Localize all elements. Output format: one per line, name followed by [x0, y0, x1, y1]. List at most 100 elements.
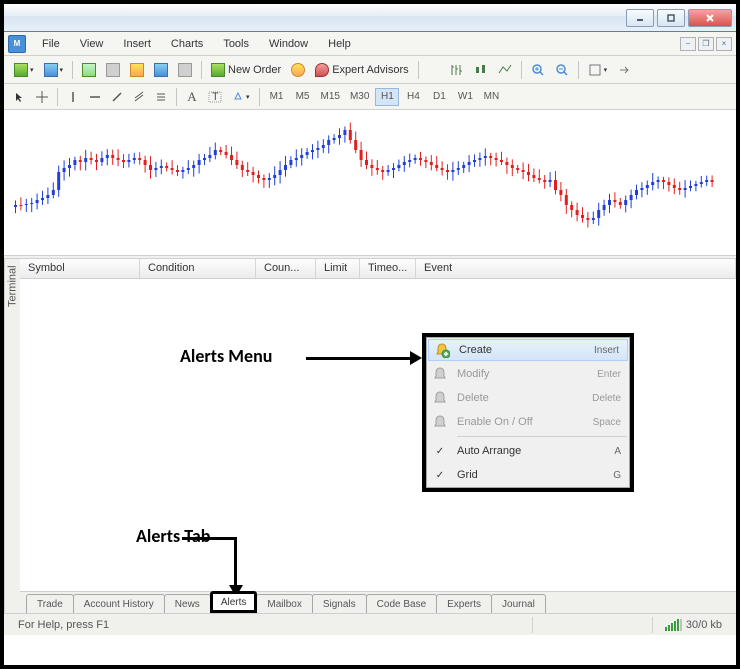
strategy-tester-button[interactable] — [174, 60, 196, 80]
drawing-toolbar: A T M1 M5 M15 M30 H1 H4 D1 W1 MN — [4, 84, 736, 110]
menu-charts[interactable]: Charts — [161, 34, 213, 54]
menu-view[interactable]: View — [70, 34, 114, 54]
cm-auto-arrange[interactable]: Auto Arrange A — [427, 439, 629, 463]
tab-experts[interactable]: Experts — [436, 594, 492, 613]
timeframe-m15[interactable]: M15 — [317, 88, 344, 106]
tab-alerts[interactable]: Alerts — [210, 591, 258, 613]
callout-line — [306, 357, 410, 360]
terminal-tabs: Trade Account History News Alerts Mailbo… — [20, 591, 736, 613]
timeframe-m30[interactable]: M30 — [346, 88, 373, 106]
zoom-in-button[interactable] — [527, 60, 549, 80]
window-titlebar — [4, 4, 736, 32]
statusbar: For Help, press F1 30/0 kb — [4, 613, 736, 635]
data-window-button[interactable] — [102, 60, 124, 80]
new-chart-button[interactable] — [10, 60, 38, 80]
mdi-close-button[interactable]: × — [716, 37, 732, 51]
tab-trade[interactable]: Trade — [26, 594, 74, 613]
callout-alerts-tab: Alerts Tab — [136, 525, 210, 547]
tab-news[interactable]: News — [164, 594, 211, 613]
chart-candles-button[interactable] — [470, 60, 492, 80]
callout-alerts-menu: Alerts Menu — [180, 345, 272, 367]
maximize-button[interactable] — [657, 9, 685, 27]
tab-signals[interactable]: Signals — [312, 594, 367, 613]
market-watch-button[interactable] — [78, 60, 100, 80]
mdi-restore-button[interactable]: ❐ — [698, 37, 714, 51]
timeframe-w1[interactable]: W1 — [453, 88, 477, 106]
check-icon — [431, 442, 449, 460]
mdi-minimize-button[interactable]: – — [680, 37, 696, 51]
cm-create[interactable]: Create Insert — [428, 339, 628, 361]
cm-modify: Modify Enter — [427, 362, 629, 386]
bell-gray-icon — [431, 365, 449, 383]
menu-file[interactable]: File — [32, 34, 70, 54]
status-help: For Help, press F1 — [10, 617, 532, 633]
terminal-button[interactable] — [150, 60, 172, 80]
cm-delete: Delete Delete — [427, 386, 629, 410]
close-button[interactable] — [688, 9, 732, 27]
timeframe-m1[interactable]: M1 — [265, 88, 289, 106]
status-empty — [532, 617, 652, 633]
objects-button[interactable] — [228, 87, 254, 107]
bell-add-icon — [433, 341, 451, 359]
menubar: M File View Insert Charts Tools Window H… — [4, 32, 736, 56]
callout-line — [182, 537, 236, 540]
arrow-icon — [410, 351, 422, 365]
chart-bars-button[interactable] — [446, 60, 468, 80]
cursor-button[interactable] — [10, 87, 30, 107]
terminal-side-label: Terminal — [4, 259, 20, 613]
vertical-line-button[interactable] — [63, 87, 83, 107]
trendline-button[interactable] — [107, 87, 127, 107]
candlestick-chart — [4, 110, 736, 255]
navigator-button[interactable] — [126, 60, 148, 80]
profiles-button[interactable] — [40, 60, 68, 80]
timeframe-d1[interactable]: D1 — [427, 88, 451, 106]
tab-mailbox[interactable]: Mailbox — [256, 594, 312, 613]
metaquotes-button[interactable] — [287, 60, 309, 80]
status-connection: 30/0 kb — [652, 617, 730, 633]
app-icon: M — [8, 35, 26, 53]
chart-line-button[interactable] — [494, 60, 516, 80]
col-limit[interactable]: Limit — [316, 259, 360, 278]
timeframe-h4[interactable]: H4 — [401, 88, 425, 106]
col-symbol[interactable]: Symbol — [20, 259, 140, 278]
expert-advisors-button[interactable]: Expert Advisors — [311, 60, 412, 80]
text-label-button[interactable]: T — [204, 87, 226, 107]
chart-area[interactable] — [4, 110, 736, 255]
horizontal-line-button[interactable] — [85, 87, 105, 107]
tab-journal[interactable]: Journal — [491, 594, 546, 613]
tab-account-history[interactable]: Account History — [73, 594, 165, 613]
main-toolbar: New Order Expert Advisors — [4, 56, 736, 84]
callout-line — [234, 537, 237, 585]
equidistant-button[interactable] — [129, 87, 149, 107]
new-order-button[interactable]: New Order — [207, 60, 285, 80]
signal-bars-icon — [661, 619, 686, 631]
cm-enable: Enable On / Off Space — [427, 410, 629, 434]
alerts-context-menu: Create Insert Modify Enter Delete Delete — [422, 333, 634, 492]
menu-insert[interactable]: Insert — [113, 34, 161, 54]
bell-gray-icon — [431, 413, 449, 431]
timeframe-mn[interactable]: MN — [479, 88, 503, 106]
menu-help[interactable]: Help — [318, 34, 361, 54]
svg-text:T: T — [212, 91, 219, 103]
text-button[interactable]: A — [182, 87, 202, 107]
timeframe-h1[interactable]: H1 — [375, 88, 399, 106]
col-counter[interactable]: Coun... — [256, 259, 316, 278]
alerts-table-body[interactable]: Create Insert Modify Enter Delete Delete — [20, 279, 736, 591]
menu-window[interactable]: Window — [259, 34, 318, 54]
crosshair-button[interactable] — [32, 87, 52, 107]
cm-grid[interactable]: Grid G — [427, 463, 629, 487]
timeframe-m5[interactable]: M5 — [291, 88, 315, 106]
minimize-button[interactable] — [626, 9, 654, 27]
zoom-out-button[interactable] — [551, 60, 573, 80]
menu-tools[interactable]: Tools — [213, 34, 259, 54]
col-condition[interactable]: Condition — [140, 259, 256, 278]
auto-scroll-button[interactable] — [584, 60, 612, 80]
col-event[interactable]: Event — [416, 259, 736, 278]
col-timeout[interactable]: Timeo... — [360, 259, 416, 278]
fibonacci-button[interactable] — [151, 87, 171, 107]
bell-gray-icon — [431, 389, 449, 407]
tab-code-base[interactable]: Code Base — [366, 594, 437, 613]
alerts-table-header: Symbol Condition Coun... Limit Timeo... … — [20, 259, 736, 279]
check-icon — [431, 466, 449, 484]
chart-shift-button[interactable] — [613, 60, 635, 80]
